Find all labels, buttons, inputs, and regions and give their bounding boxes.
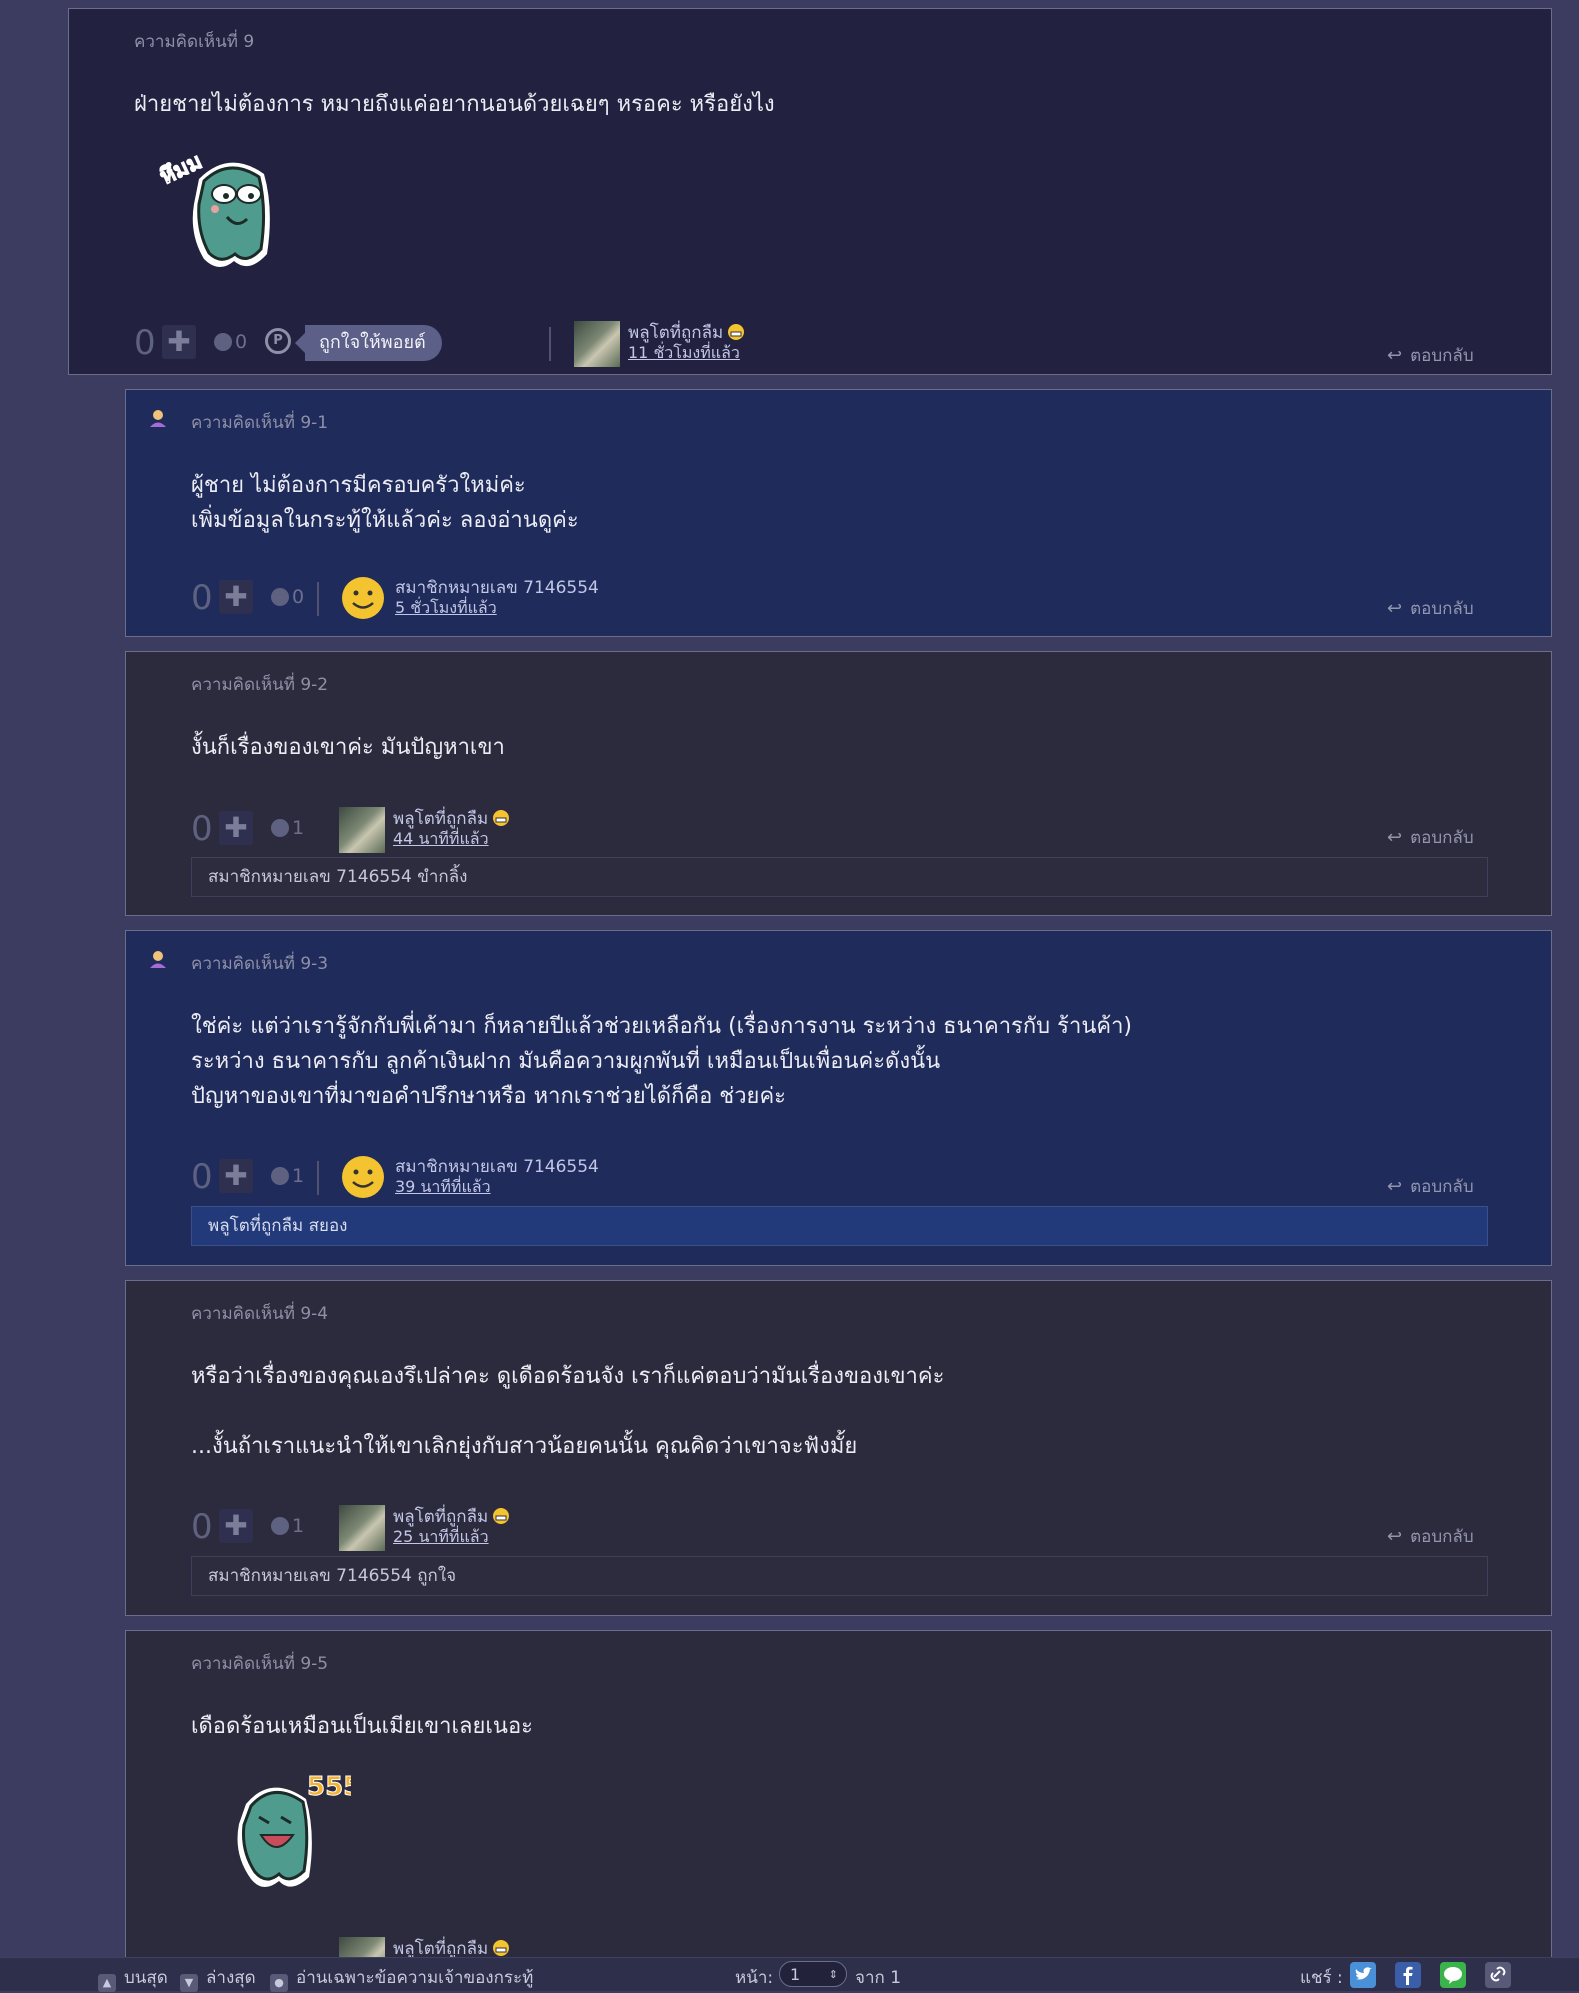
- comment-text: ใช่ค่ะ แต่ว่าเรารู้จักกับพี่เค้ามา ก็หลา…: [191, 1014, 1133, 1109]
- grin-emoji-icon: [492, 809, 510, 827]
- point-icon: P: [265, 328, 291, 354]
- comment-9-3: ความคิดเห็นที่ 9-3 ใช่ค่ะ แต่ว่าเรารู้จั…: [125, 930, 1552, 1266]
- comment-action-bar: 0 ✚ 1 สมาชิกหมายเลข 7146554 39 นาทีที่แล…: [191, 1153, 1531, 1201]
- emotion-count: 1: [292, 817, 305, 839]
- vote-score: 0: [191, 578, 213, 618]
- avatar[interactable]: [574, 321, 620, 367]
- plus-vote-button[interactable]: ✚: [162, 325, 196, 359]
- reply-button[interactable]: ↩ ตอบกลับ: [1387, 595, 1474, 622]
- vote-score: 0: [191, 1507, 213, 1547]
- separator: [317, 1161, 319, 1195]
- reply-icon: ↩: [1387, 827, 1403, 848]
- emotion-icon[interactable]: [271, 1517, 289, 1535]
- reply-button[interactable]: ↩ ตอบกลับ: [1387, 1523, 1474, 1550]
- comment-text: งั้นก็เรื่องของเขาค่ะ มันปัญหาเขา: [191, 735, 505, 760]
- owner-icon: ●: [270, 1974, 288, 1992]
- comment-number: ความคิดเห็นที่ 9-5: [191, 1654, 329, 1674]
- sticker-image: หึมม: [149, 139, 289, 279]
- facebook-share-icon[interactable]: [1395, 1962, 1421, 1988]
- reply-icon: ↩: [1387, 598, 1403, 619]
- emotion-icon[interactable]: [271, 819, 289, 837]
- emotion-icon[interactable]: [271, 1167, 289, 1185]
- grin-emoji-icon: [492, 1507, 510, 1525]
- reply-icon: ↩: [1387, 345, 1403, 366]
- avatar[interactable]: [339, 807, 385, 853]
- scroll-bottom-button[interactable]: ▼ ล่างสุด: [180, 1964, 256, 1992]
- chevron-updown-icon: ⇕: [828, 1968, 838, 1981]
- emotion-count: 0: [292, 586, 305, 608]
- page-label: หน้า:: [735, 1968, 774, 1988]
- plus-vote-button[interactable]: ✚: [219, 1509, 253, 1543]
- share-label: แชร์ :: [1300, 1968, 1343, 1988]
- emotion-icon[interactable]: [271, 588, 289, 606]
- user-icon: [150, 951, 166, 968]
- post-time[interactable]: 5 ชั่วโมงที่แล้ว: [395, 596, 497, 621]
- emotion-icon[interactable]: [214, 333, 232, 351]
- plus-vote-button[interactable]: ✚: [219, 1159, 253, 1193]
- comment-action-bar: 0 ✚ 0 P ถูกใจให้พอยต์ พลูโตที่ถูกลืม 11 …: [134, 319, 1534, 367]
- post-time[interactable]: 39 นาทีที่แล้ว: [395, 1175, 491, 1200]
- smiley-avatar-icon[interactable]: [341, 576, 385, 620]
- plus-vote-button[interactable]: ✚: [219, 580, 253, 614]
- bottom-toolbar: ▲ บนสุด ▼ ล่างสุด ● อ่านเฉพาะข้อความเจ้าของ…: [0, 1957, 1579, 1992]
- comment-9-5: ความคิดเห็นที่ 9-5 เดือดร้อนเหมือนเป็นเม…: [125, 1630, 1552, 1990]
- vote-score: 0: [191, 1157, 213, 1197]
- comment-text: หรือว่าเรื่องของคุณเองรึเปล่าคะ ดูเดือดร…: [191, 1364, 945, 1459]
- twitter-share-icon[interactable]: [1350, 1962, 1376, 1988]
- emotion-count: 0: [235, 331, 248, 353]
- comment-number: ความคิดเห็นที่ 9-4: [191, 1304, 329, 1324]
- grin-emoji-icon: [727, 323, 745, 341]
- post-time[interactable]: 25 นาทีที่แล้ว: [393, 1525, 489, 1550]
- line-share-icon[interactable]: [1440, 1962, 1466, 1988]
- reaction-row: สมาชิกหมายเลข 7146554 ถูกใจ: [191, 1556, 1488, 1596]
- scroll-top-button[interactable]: ▲ บนสุด: [98, 1964, 168, 1992]
- smiley-avatar-icon[interactable]: [341, 1155, 385, 1199]
- comment-9: ความคิดเห็นที่ 9 ฝ่ายชายไม่ต้องการ หมายถ…: [68, 8, 1552, 375]
- comment-9-2: ความคิดเห็นที่ 9-2 งั้นก็เรื่องของเขาค่ะ…: [125, 651, 1552, 916]
- comment-text: เดือดร้อนเหมือนเป็นเมียเขาเลยเนอะ: [191, 1714, 533, 1739]
- separator: [317, 582, 319, 616]
- reaction-row: สมาชิกหมายเลข 7146554 ขำกลิ้ง: [191, 857, 1488, 897]
- arrow-up-icon: ▲: [98, 1974, 116, 1992]
- comment-9-4: ความคิดเห็นที่ 9-4 หรือว่าเรื่องของคุณเอ…: [125, 1280, 1552, 1616]
- user-icon: [150, 410, 166, 427]
- comment-9-1: ความคิดเห็นที่ 9-1 ผู้ชาย ไม่ต้องการมีคร…: [125, 389, 1552, 637]
- sticker-text: 555: [307, 1772, 351, 1802]
- emotion-count: 1: [292, 1165, 305, 1187]
- comment-action-bar: 0 ✚ 0 สมาชิกหมายเลข 7146554 5 ชั่วโมงที่…: [191, 574, 1531, 622]
- reply-icon: ↩: [1387, 1526, 1403, 1547]
- grin-emoji-icon: [492, 1939, 510, 1957]
- post-time[interactable]: 11 ชั่วโมงที่แล้ว: [628, 341, 740, 366]
- post-time[interactable]: 44 นาทีที่แล้ว: [393, 827, 489, 852]
- reply-button[interactable]: ↩ ตอบกลับ: [1387, 824, 1474, 851]
- page-total: จาก 1: [855, 1968, 902, 1988]
- avatar[interactable]: [339, 1505, 385, 1551]
- emotion-count: 1: [292, 1515, 305, 1537]
- vote-score: 0: [191, 809, 213, 849]
- owner-only-button[interactable]: ● อ่านเฉพาะข้อความเจ้าของกระทู้: [270, 1964, 533, 1992]
- comment-action-bar: 0 ✚ 1 พลูโตที่ถูกลืม 25 นาทีที่แล้ว: [191, 1503, 1531, 1551]
- reply-button[interactable]: ↩ ตอบกลับ: [1387, 1173, 1474, 1200]
- comment-number: ความคิดเห็นที่ 9: [134, 32, 255, 52]
- comment-action-bar: 0 ✚ 1 พลูโตที่ถูกลืม 44 นาทีที่แล้ว: [191, 805, 1531, 853]
- comment-number: ความคิดเห็นที่ 9-2: [191, 675, 329, 695]
- reply-icon: ↩: [1387, 1176, 1403, 1197]
- comment-text: ผู้ชาย ไม่ต้องการมีครอบครัวใหม่ค่ะ เพิ่ม…: [191, 473, 579, 533]
- separator: [549, 327, 551, 361]
- like-give-point-button[interactable]: ถูกใจให้พอยต์: [295, 325, 442, 361]
- page-select[interactable]: 1 ⇕: [779, 1961, 847, 1987]
- sticker-image: 555: [211, 1759, 362, 1899]
- arrow-down-icon: ▼: [180, 1974, 198, 1992]
- reaction-row: พลูโตที่ถูกลืม สยอง: [191, 1206, 1488, 1246]
- comment-number: ความคิดเห็นที่ 9-3: [191, 954, 329, 974]
- vote-score: 0: [134, 323, 156, 363]
- reply-button[interactable]: ↩ ตอบกลับ: [1387, 342, 1474, 369]
- comment-text: ฝ่ายชายไม่ต้องการ หมายถึงแค่อยากนอนด้วยเ…: [134, 92, 775, 117]
- comment-number: ความคิดเห็นที่ 9-1: [191, 413, 329, 433]
- plus-vote-button[interactable]: ✚: [219, 811, 253, 845]
- copy-link-icon[interactable]: [1485, 1962, 1511, 1988]
